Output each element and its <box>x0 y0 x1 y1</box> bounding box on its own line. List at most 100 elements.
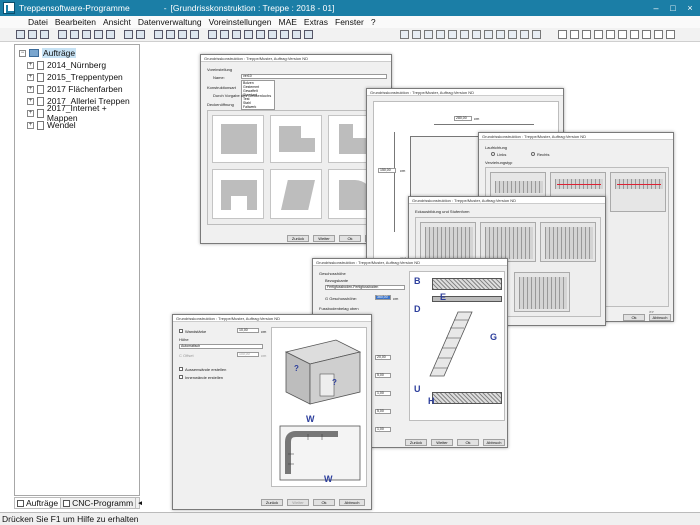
tab-auftraege[interactable]: Aufträge <box>15 498 62 508</box>
wall-thickness-checkbox[interactable] <box>179 329 183 333</box>
value-field-3[interactable]: 1,00 <box>375 391 391 396</box>
view-3-icon[interactable] <box>178 30 187 39</box>
draw-11-icon[interactable] <box>520 30 529 39</box>
tree-item[interactable]: + 2017 Flächenfarben <box>15 83 139 95</box>
corner-type-thumb[interactable] <box>420 222 476 262</box>
tool-8-icon[interactable] <box>292 30 301 39</box>
shape-rect-thumb[interactable] <box>212 115 264 163</box>
value-field-4[interactable]: 5,00 <box>375 409 391 414</box>
cancel-button[interactable]: Abbruch <box>649 314 671 321</box>
cut-icon[interactable] <box>58 30 67 39</box>
shape-trapez-thumb[interactable] <box>270 169 322 219</box>
inner-walls-checkbox[interactable] <box>179 375 183 379</box>
tree-root[interactable]: − Aufträge <box>15 47 139 59</box>
preview-icon[interactable] <box>106 30 115 39</box>
tree-item[interactable]: + 2015_Treppentypen <box>15 71 139 83</box>
corner-type-thumb[interactable] <box>480 222 536 262</box>
expand-icon[interactable]: + <box>27 121 34 129</box>
menu-extras[interactable]: Extras <box>304 17 328 27</box>
undo-icon[interactable] <box>124 30 133 39</box>
tree-item[interactable]: + 2017_Internet + Mappen <box>15 103 139 123</box>
view-1-icon[interactable] <box>154 30 163 39</box>
shape-arc-icon[interactable] <box>642 30 651 39</box>
value-field-2[interactable]: 5,00 <box>375 373 391 378</box>
tool-7-icon[interactable] <box>280 30 289 39</box>
menu-bearbeiten[interactable]: Bearbeiten <box>55 17 96 27</box>
expand-icon[interactable]: + <box>27 61 34 69</box>
outer-walls-checkbox[interactable] <box>179 367 183 371</box>
tool-4-icon[interactable] <box>244 30 253 39</box>
ok-button[interactable]: Ok <box>623 314 645 321</box>
new-icon[interactable] <box>16 30 25 39</box>
draw-3-icon[interactable] <box>424 30 433 39</box>
draw-10-icon[interactable] <box>508 30 517 39</box>
menu-datei[interactable]: Datei <box>28 17 48 27</box>
tab-cnc[interactable]: CNC-Programm <box>61 498 137 508</box>
back-button[interactable]: Zurück <box>261 499 283 506</box>
tree-item[interactable]: + Wendel <box>15 119 139 131</box>
shape-circle-icon[interactable] <box>558 30 567 39</box>
bezugskante-select[interactable]: Fertigfussboden-Fertigfussboden <box>325 285 405 290</box>
draw-9-icon[interactable] <box>496 30 505 39</box>
shape-diag-icon[interactable] <box>594 30 603 39</box>
expand-icon[interactable]: + <box>27 85 34 93</box>
value-field-5[interactable]: 1,00 <box>375 427 391 432</box>
draw-8-icon[interactable] <box>484 30 493 39</box>
length-field[interactable]: 150,00 <box>378 168 396 173</box>
menu-ansicht[interactable]: Ansicht <box>103 17 131 27</box>
back-button[interactable]: Zurück <box>287 235 309 242</box>
direction-right-radio[interactable] <box>531 152 535 156</box>
collapse-icon[interactable]: − <box>19 49 26 57</box>
back-button[interactable]: Zurück <box>405 439 427 446</box>
value-field-1[interactable]: 20,00 <box>375 355 391 360</box>
copy-icon[interactable] <box>70 30 79 39</box>
open-icon[interactable] <box>28 30 37 39</box>
menu-help[interactable]: ? <box>371 17 376 27</box>
next-button[interactable]: Weiter <box>431 439 453 446</box>
tree-item[interactable]: + 2014_Nürnberg <box>15 59 139 71</box>
shape-ramp-icon[interactable] <box>654 30 663 39</box>
shape-u-thumb[interactable] <box>212 169 264 219</box>
print-icon[interactable] <box>94 30 103 39</box>
menu-mae[interactable]: MAE <box>279 17 297 27</box>
tool-9-icon[interactable] <box>304 30 313 39</box>
shape-fork-icon[interactable] <box>666 30 675 39</box>
ok-button[interactable]: Ok <box>313 499 335 506</box>
draw-5-icon[interactable] <box>448 30 457 39</box>
shape-l-thumb[interactable] <box>270 115 322 163</box>
expand-icon[interactable]: + <box>27 97 34 105</box>
cancel-button[interactable]: Abbruch <box>483 439 505 446</box>
expand-icon[interactable]: + <box>27 109 34 117</box>
next-button[interactable]: Weiter <box>313 235 335 242</box>
expand-icon[interactable]: + <box>27 73 34 81</box>
shape-angle-icon[interactable] <box>606 30 615 39</box>
draw-4-icon[interactable] <box>436 30 445 39</box>
cancel-button[interactable]: Abbruch <box>339 499 365 506</box>
offset-field[interactable]: 100,00 <box>237 352 259 357</box>
view-4-icon[interactable] <box>190 30 199 39</box>
draw-6-icon[interactable] <box>460 30 469 39</box>
tool-3-icon[interactable] <box>232 30 241 39</box>
corner-type-thumb[interactable] <box>514 272 570 312</box>
menu-voreinstellungen[interactable]: Voreinstellungen <box>209 17 272 27</box>
draw-2-icon[interactable] <box>412 30 421 39</box>
menu-datenverwaltung[interactable]: Datenverwaltung <box>138 17 202 27</box>
ok-button[interactable]: Ok <box>457 439 479 446</box>
tool-2-icon[interactable] <box>220 30 229 39</box>
draw-12-icon[interactable] <box>532 30 541 39</box>
redo-icon[interactable] <box>136 30 145 39</box>
shape-slant-icon[interactable] <box>630 30 639 39</box>
paste-icon[interactable] <box>82 30 91 39</box>
preset-option[interactable]: Faltwerk <box>242 105 274 109</box>
draw-7-icon[interactable] <box>472 30 481 39</box>
maximize-button[interactable]: □ <box>666 1 680 15</box>
close-button[interactable]: × <box>683 1 697 15</box>
tool-6-icon[interactable] <box>268 30 277 39</box>
corner-type-thumb[interactable] <box>540 222 596 262</box>
direction-left-radio[interactable] <box>491 152 495 156</box>
draw-1-icon[interactable] <box>400 30 409 39</box>
g-height-field[interactable]: 360,00 <box>375 295 391 300</box>
tool-5-icon[interactable] <box>256 30 265 39</box>
view-2-icon[interactable] <box>166 30 175 39</box>
shape-vline-icon[interactable] <box>618 30 627 39</box>
